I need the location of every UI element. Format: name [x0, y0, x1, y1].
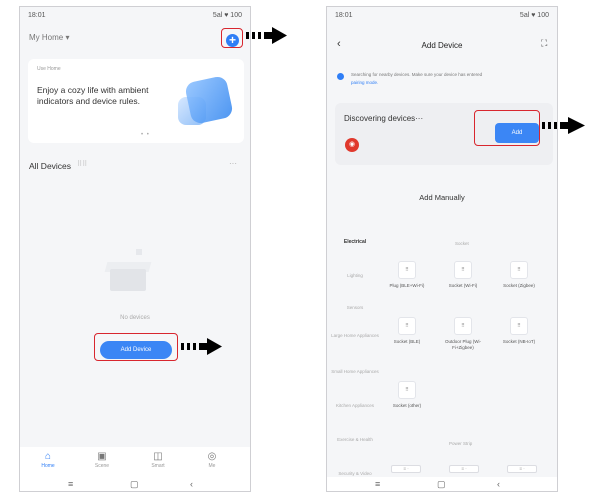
empty-state-text: No devices	[120, 315, 150, 321]
product-tile[interactable]: ⠿ Socket (Zigbee)	[497, 261, 541, 309]
home-icon: ⌂	[44, 451, 52, 462]
arrow-right-icon	[246, 27, 287, 44]
status-bar: 18:01 5al ♥ 100	[20, 7, 250, 23]
status-time: 18:01	[28, 12, 46, 19]
tab-label: Scene	[94, 463, 110, 469]
status-icons: 5al ♥ 100	[519, 12, 549, 19]
product-name: Socket (BLE)	[393, 339, 421, 344]
tip-card[interactable]: Use Home Enjoy a cozy life with ambient …	[28, 59, 244, 143]
arrow-right-icon	[542, 117, 585, 134]
status-icons: 5al ♥ 100	[212, 12, 242, 19]
category-small-appliances[interactable]: Small Home Appliances	[331, 369, 379, 375]
highlight-add-icon	[221, 28, 243, 48]
status-bar: 18:01 5al ♥ 100	[327, 7, 557, 23]
home-nav-icon[interactable]: ▢	[437, 479, 446, 490]
menu-icon[interactable]: ≡	[375, 479, 380, 489]
product-tile[interactable]: ⠿ Plug (BLE+Wi-Fi)	[385, 261, 429, 309]
system-nav-bar: ≡ ▢ ‹	[327, 477, 557, 491]
product-name: Plug (BLE+Wi-Fi)	[389, 283, 425, 288]
grid-view-icon[interactable]: ⠿⠿	[77, 160, 87, 168]
category-electrical[interactable]: Electrical	[331, 239, 379, 245]
power-strip-tile[interactable]: ≡ ·	[391, 465, 421, 473]
cube-illustration	[184, 75, 234, 125]
category-kitchen-appliances[interactable]: Kitchen Appliances	[331, 403, 379, 409]
home-nav-icon[interactable]: ▢	[130, 479, 139, 490]
tab-label: Me	[208, 463, 216, 469]
bluetooth-icon	[337, 73, 344, 80]
more-icon[interactable]: ···	[229, 159, 237, 168]
tab-bar: ⌂ Home ▣ Scene ◫ Smart ◎ Me	[20, 447, 250, 477]
product-name: Socket (NB-IoT)	[502, 339, 536, 344]
scene-icon: ▣	[97, 451, 107, 462]
product-tile[interactable]: ⠿ Socket (NB-IoT)	[497, 317, 541, 365]
power-strip-tile[interactable]: ≡ ·	[507, 465, 537, 473]
product-name: Socket (Zigbee)	[503, 283, 535, 288]
home-selector[interactable]: My Home ▾	[29, 33, 69, 42]
socket-icon: ⠿	[510, 317, 528, 335]
tab-me[interactable]: ◎ Me	[192, 451, 232, 469]
tab-smart[interactable]: ◫ Smart	[138, 451, 178, 469]
tab-scene[interactable]: ▣ Scene	[82, 451, 122, 469]
back-nav-icon[interactable]: ‹	[497, 479, 500, 489]
profile-icon: ◎	[207, 451, 217, 462]
socket-icon: ⠿	[398, 381, 416, 399]
home-screen: 18:01 5al ♥ 100 My Home ▾ + Use Home Enj…	[19, 6, 251, 492]
pairing-mode-link[interactable]: pairing mode.	[351, 80, 378, 85]
tab-label: Smart	[151, 463, 165, 469]
product-name: Socket (Wi-Fi)	[448, 283, 478, 288]
socket-icon: ⠿	[510, 261, 528, 279]
tip-text: Enjoy a cozy life with ambient indicator…	[37, 85, 149, 106]
search-hint-text: Searching for nearby devices. Make sure …	[351, 72, 483, 77]
add-device-screen: 18:01 5al ♥ 100 ‹ Add Device ⛶ Searching…	[326, 6, 558, 492]
socket-icon: ⠿	[398, 317, 416, 335]
category-lighting[interactable]: Lighting	[331, 273, 379, 279]
section-power-strip: Power Strip	[449, 441, 473, 446]
back-nav-icon[interactable]: ‹	[190, 479, 193, 489]
smart-icon: ◫	[153, 451, 163, 462]
power-strip-tile[interactable]: ≡ ·	[449, 465, 479, 473]
product-name: Socket (other)	[392, 403, 422, 408]
page-title: Add Device	[421, 41, 463, 50]
menu-icon[interactable]: ≡	[68, 479, 73, 489]
section-socket: Socket	[455, 241, 469, 246]
scan-icon[interactable]: ⛶	[541, 38, 547, 49]
search-hint: Searching for nearby devices. Make sure …	[351, 71, 551, 87]
add-manually-title: Add Manually	[419, 193, 465, 202]
socket-icon: ⠿	[454, 261, 472, 279]
product-tile[interactable]: ⠿ Socket (Wi-Fi)	[441, 261, 485, 309]
outdoor-plug-icon: ⠿	[454, 317, 472, 335]
plug-icon: ⠿	[398, 261, 416, 279]
carousel-dots: • •	[141, 132, 150, 138]
highlight-add-button	[474, 110, 540, 146]
category-large-appliances[interactable]: Large Home Appliances	[331, 333, 379, 339]
discovering-label: Discovering devices···	[344, 114, 424, 123]
arrow-right-icon	[181, 338, 222, 355]
tab-home[interactable]: ⌂ Home	[28, 451, 68, 469]
status-time: 18:01	[335, 12, 353, 19]
discovered-device-icon[interactable]: ◉	[345, 138, 359, 152]
tab-label: Home	[41, 463, 55, 469]
category-exercise-health[interactable]: Exercise & Health	[331, 437, 379, 443]
product-tile[interactable]: ⠿ Socket (BLE)	[385, 317, 429, 365]
product-name: Outdoor Plug (Wi-Fi+Zigbee)	[444, 339, 481, 350]
category-sensors[interactable]: Sensors	[331, 305, 379, 311]
product-tile[interactable]: ⠿ Socket (other)	[385, 381, 429, 429]
system-nav-bar: ≡ ▢ ‹	[20, 477, 250, 491]
all-devices-title: All Devices	[29, 161, 72, 171]
tip-tag: Use Home	[37, 66, 61, 72]
empty-box-illustration	[104, 249, 152, 291]
product-tile[interactable]: ⠿ Outdoor Plug (Wi-Fi+Zigbee)	[441, 317, 485, 365]
highlight-add-device	[94, 333, 178, 361]
